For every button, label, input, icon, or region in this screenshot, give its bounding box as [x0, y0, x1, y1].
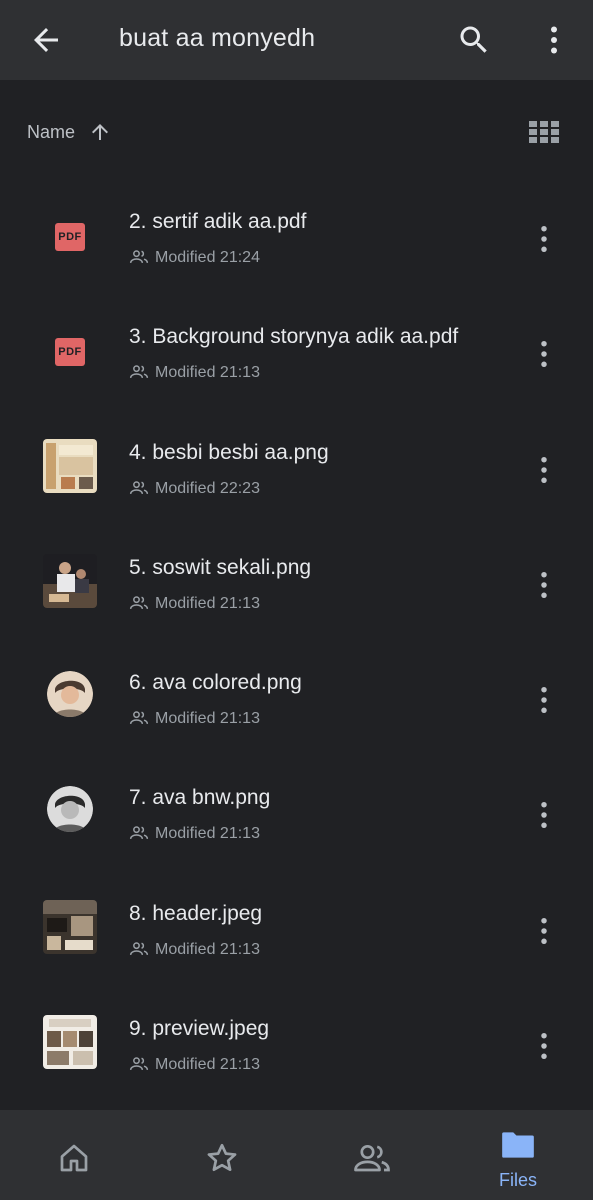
nav-files-label: Files — [498, 1170, 537, 1190]
file-name: 6. ava colored.png — [129, 671, 302, 695]
avatar-thumbnail — [47, 671, 93, 718]
file-name: 3. Background storynya adik aa.pdf — [129, 325, 459, 349]
file-name: 4. besbi besbi aa.png — [129, 440, 329, 464]
nav-starred[interactable] — [148, 1110, 296, 1200]
file-modified: Modified 21:24 — [155, 249, 260, 266]
more-vert-icon[interactable] — [536, 22, 572, 58]
pdf-icon: PDF — [55, 223, 85, 251]
more-vert-icon[interactable] — [530, 915, 558, 947]
shared-people-icon — [129, 365, 149, 379]
arrow-up-icon[interactable] — [88, 120, 112, 144]
sort-bar: Name — [0, 110, 593, 154]
shared-people-icon — [129, 250, 149, 263]
shared-people-icon — [129, 596, 149, 609]
more-vert-icon[interactable] — [530, 454, 558, 486]
file-row[interactable]: PDF 3. Background storynya adik aa.pdf M… — [0, 295, 593, 410]
file-name: 8. header.jpeg — [129, 901, 263, 925]
image-thumbnail — [43, 899, 97, 954]
file-modified: Modified 21:13 — [155, 940, 260, 958]
file-modified: Modified 21:13 — [155, 710, 260, 728]
image-thumbnail — [43, 553, 97, 608]
file-name: 9. preview.jpeg — [129, 1017, 270, 1041]
more-vert-icon[interactable] — [530, 799, 558, 831]
grid-view-icon[interactable] — [528, 120, 560, 144]
star-icon — [207, 1143, 237, 1172]
search-icon[interactable] — [456, 22, 492, 58]
more-vert-icon[interactable] — [530, 338, 558, 370]
arrow-back-icon[interactable] — [28, 22, 64, 58]
shared-people-icon — [129, 942, 149, 955]
pdf-icon: PDF — [55, 338, 85, 367]
file-modified: Modified 21:13 — [155, 594, 260, 612]
file-name: 7. ava bnw.png — [129, 786, 271, 810]
home-icon — [60, 1144, 88, 1172]
nav-shared[interactable] — [296, 1110, 444, 1200]
file-row[interactable]: 5. soswit sekali.png Modified 21:13 — [0, 526, 593, 641]
avatar-thumbnail — [47, 786, 93, 833]
file-name: 5. soswit sekali.png — [129, 555, 312, 579]
file-modified: Modified 21:13 — [155, 825, 260, 843]
sort-by-name-button[interactable]: Name — [27, 122, 75, 143]
image-thumbnail — [43, 438, 97, 493]
file-row[interactable]: 6. ava colored.png Modified 21:13 — [0, 641, 593, 756]
folder-icon — [502, 1132, 534, 1158]
more-vert-icon[interactable] — [530, 1030, 558, 1062]
folder-title: buat aa monyedh — [119, 24, 316, 52]
bottom-navigation: Files — [0, 1110, 593, 1200]
nav-home[interactable] — [0, 1110, 148, 1200]
file-modified: Modified 22:23 — [155, 479, 260, 497]
shared-people-icon — [129, 1057, 149, 1071]
file-row[interactable]: 4. besbi besbi aa.png Modified 22:23 — [0, 411, 593, 526]
file-list: PDF 2. sertif adik aa.pdf Modified 21:24… — [0, 180, 593, 1102]
shared-people-icon — [129, 480, 149, 494]
drive-folder-screen: buat aa monyedh Name PDF 2. sertif adik … — [0, 0, 593, 1200]
file-modified: Modified 21:13 — [155, 1056, 260, 1074]
shared-people-icon — [129, 826, 149, 840]
file-row[interactable]: 7. ava bnw.png Modified 21:13 — [0, 756, 593, 871]
more-vert-icon[interactable] — [530, 223, 558, 255]
top-app-bar: buat aa monyedh — [0, 0, 593, 80]
nav-files[interactable]: Files — [444, 1110, 592, 1200]
file-row[interactable]: 8. header.jpeg Modified 21:13 — [0, 872, 593, 987]
more-vert-icon[interactable] — [530, 569, 558, 601]
file-modified: Modified 21:13 — [155, 364, 260, 382]
image-thumbnail — [43, 1015, 97, 1070]
file-name: 2. sertif adik aa.pdf — [129, 210, 307, 233]
shared-icon — [354, 1144, 390, 1172]
shared-people-icon — [129, 711, 149, 725]
more-vert-icon[interactable] — [530, 684, 558, 716]
file-row[interactable]: PDF 2. sertif adik aa.pdf Modified 21:24 — [0, 180, 593, 295]
file-row[interactable]: 9. preview.jpeg Modified 21:13 — [0, 987, 593, 1102]
